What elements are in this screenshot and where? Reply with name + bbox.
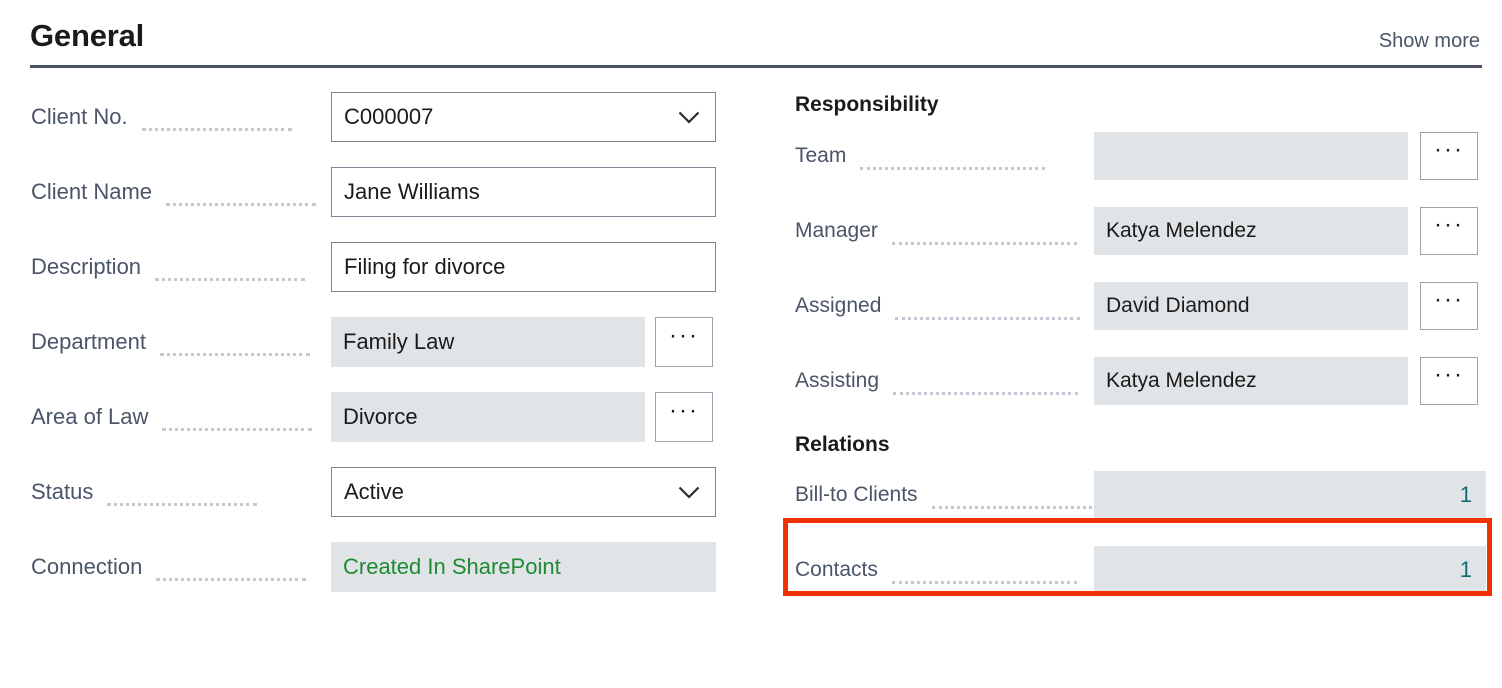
ellipsis-icon: ··· xyxy=(1434,361,1464,388)
lookup-ellipsis-button-assigned[interactable]: ··· xyxy=(1420,282,1478,330)
label-text: Connection xyxy=(31,554,143,579)
input-value: Family Law xyxy=(343,329,455,354)
field-label-client-no: Client No. xyxy=(31,92,300,142)
input-status[interactable]: Active xyxy=(331,467,716,517)
input-value: Katya Melendez xyxy=(1106,369,1257,392)
header-divider xyxy=(30,65,1482,68)
input-value: C000007 xyxy=(344,104,434,129)
lookup-ellipsis-button-team[interactable]: ··· xyxy=(1420,132,1478,180)
field-label-assigned: Assigned xyxy=(795,282,1088,330)
field-row-area-of-law: Area of Law Divorce ··· xyxy=(0,392,760,442)
label-text: Client Name xyxy=(31,179,153,204)
field-row-bill-to-clients: Bill-to Clients 1 xyxy=(783,471,1502,519)
connection-status-value: Created In SharePoint xyxy=(343,554,561,579)
label-text: Bill-to Clients xyxy=(795,483,918,506)
ellipsis-icon: ··· xyxy=(1434,286,1464,313)
field-label-area-of-law: Area of Law xyxy=(31,392,320,442)
field-row-contacts: Contacts 1 xyxy=(783,546,1502,594)
field-row-department: Department Family Law ··· xyxy=(0,317,760,367)
label-text: Assigned xyxy=(795,294,882,317)
dot-leader xyxy=(162,408,313,431)
section-header: General Show more xyxy=(0,0,1502,70)
dot-leader xyxy=(141,108,292,131)
dot-leader xyxy=(891,561,1077,584)
input-client-no[interactable]: C000007 xyxy=(331,92,716,142)
field-label-manager: Manager xyxy=(795,207,1085,255)
input-area-of-law[interactable]: Divorce xyxy=(331,392,645,442)
dot-leader xyxy=(166,183,317,206)
label-text: Area of Law xyxy=(31,404,149,429)
input-department[interactable]: Family Law xyxy=(331,317,645,367)
dot-leader xyxy=(159,333,310,356)
dot-leader xyxy=(155,258,306,281)
page-title: General xyxy=(30,18,145,53)
input-value: Katya Melendez xyxy=(1106,219,1257,242)
field-label-assisting: Assisting xyxy=(795,357,1086,405)
input-manager[interactable]: Katya Melendez xyxy=(1094,207,1408,255)
input-value: David Diamond xyxy=(1106,294,1250,317)
field-row-team: Team ··· xyxy=(783,132,1502,180)
lookup-ellipsis-button-manager[interactable]: ··· xyxy=(1420,207,1478,255)
field-label-bill-to-clients: Bill-to Clients xyxy=(795,471,1125,519)
ellipsis-icon: ··· xyxy=(669,397,699,424)
input-bill-to-clients[interactable]: 1 xyxy=(1094,471,1486,519)
lookup-ellipsis-button-assisting[interactable]: ··· xyxy=(1420,357,1478,405)
input-connection: Created In SharePoint xyxy=(331,542,716,592)
ellipsis-icon: ··· xyxy=(1434,136,1464,163)
field-row-assisting: Assisting Katya Melendez ··· xyxy=(783,357,1502,405)
field-label-team: Team xyxy=(795,132,1053,180)
general-left-column: Client No. C000007 Client Name Jane Will… xyxy=(0,92,760,617)
ellipsis-icon: ··· xyxy=(669,322,699,349)
field-label-client-name: Client Name xyxy=(31,167,324,217)
field-label-description: Description xyxy=(31,242,313,292)
relations-heading: Relations xyxy=(795,433,890,456)
label-text: Manager xyxy=(795,219,878,242)
general-right-column: Responsibility Team ··· Manager Katya Me… xyxy=(783,92,1502,621)
input-description[interactable]: Filing for divorce xyxy=(331,242,716,292)
input-value: Jane Williams xyxy=(344,179,480,204)
label-text: Contacts xyxy=(795,558,878,581)
label-text: Department xyxy=(31,329,146,354)
dot-leader xyxy=(107,483,258,506)
dot-leader xyxy=(931,486,1117,509)
input-team[interactable] xyxy=(1094,132,1408,180)
field-row-connection: Connection Created In SharePoint xyxy=(0,542,760,592)
field-row-manager: Manager Katya Melendez ··· xyxy=(783,207,1502,255)
label-text: Status xyxy=(31,479,94,504)
label-text: Description xyxy=(31,254,142,279)
lookup-ellipsis-button-department[interactable]: ··· xyxy=(655,317,713,367)
chevron-down-icon[interactable] xyxy=(663,93,715,141)
input-value: Divorce xyxy=(343,404,418,429)
input-value: Filing for divorce xyxy=(344,254,506,279)
field-label-connection: Connection xyxy=(31,542,314,592)
chevron-down-icon[interactable] xyxy=(663,468,715,516)
label-text: Client No. xyxy=(31,104,128,129)
input-client-name[interactable]: Jane Williams xyxy=(331,167,716,217)
field-row-description: Description Filing for divorce xyxy=(0,242,760,292)
field-row-assigned: Assigned David Diamond ··· xyxy=(783,282,1502,330)
input-contacts[interactable]: 1 xyxy=(1094,546,1486,594)
dot-leader xyxy=(895,297,1081,320)
ellipsis-icon: ··· xyxy=(1434,211,1464,238)
input-assigned[interactable]: David Diamond xyxy=(1094,282,1408,330)
show-more-link[interactable]: Show more xyxy=(1379,28,1480,54)
field-row-status: Status Active xyxy=(0,467,760,517)
field-label-contacts: Contacts xyxy=(795,546,1085,594)
input-assisting[interactable]: Katya Melendez xyxy=(1094,357,1408,405)
field-label-department: Department xyxy=(31,317,318,367)
field-row-client-name: Client Name Jane Williams xyxy=(0,167,760,217)
dot-leader xyxy=(860,147,1046,170)
field-row-client-no: Client No. C000007 xyxy=(0,92,760,142)
field-label-status: Status xyxy=(31,467,265,517)
lookup-ellipsis-button-area-of-law[interactable]: ··· xyxy=(655,392,713,442)
label-text: Assisting xyxy=(795,369,880,392)
bill-to-clients-count: 1 xyxy=(1459,482,1472,507)
input-value: Active xyxy=(344,479,404,504)
dot-leader xyxy=(156,558,307,581)
dot-leader xyxy=(891,222,1077,245)
contacts-count: 1 xyxy=(1459,557,1472,582)
label-text: Team xyxy=(795,144,847,167)
dot-leader xyxy=(893,372,1079,395)
responsibility-heading: Responsibility xyxy=(795,93,939,116)
